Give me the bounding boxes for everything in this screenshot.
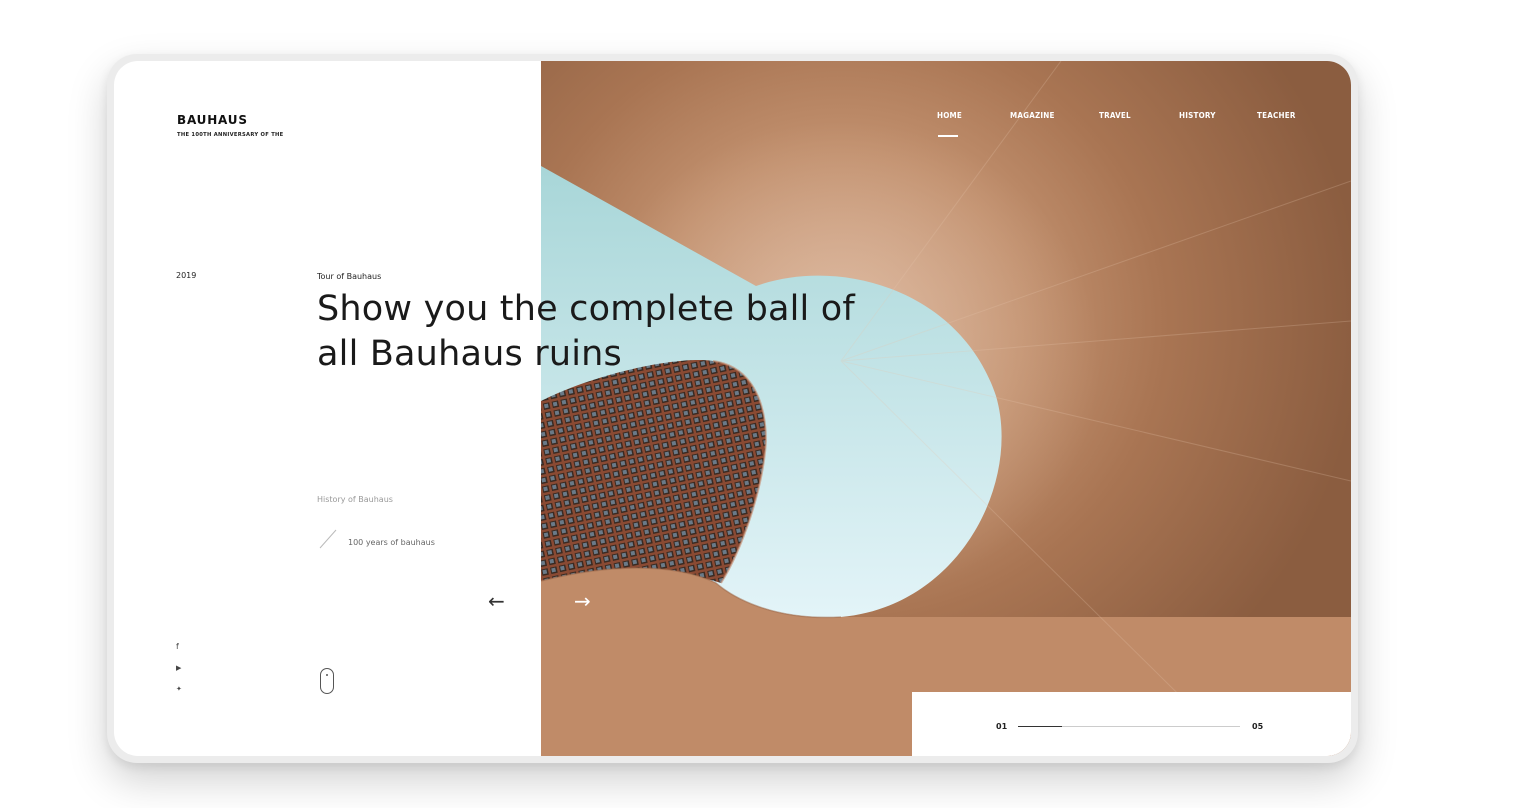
- hero-photo: HOME MAGAZINE TRAVEL HISTORY TEACHER: [541, 61, 1351, 756]
- nav-teacher[interactable]: TEACHER: [1257, 111, 1296, 120]
- nav-history[interactable]: HISTORY: [1179, 111, 1216, 120]
- screen: HOME MAGAZINE TRAVEL HISTORY TEACHER BAU…: [114, 61, 1351, 756]
- slash-divider-icon: [319, 529, 337, 549]
- year-label: 2019: [176, 271, 197, 280]
- nav-home[interactable]: HOME: [937, 111, 962, 120]
- slide-pager: 01 05: [912, 692, 1351, 756]
- hero-headline: Show you the complete ball of all Bauhau…: [317, 287, 877, 377]
- main-nav: HOME MAGAZINE TRAVEL HISTORY TEACHER: [541, 105, 1351, 145]
- nav-active-indicator: [938, 135, 958, 137]
- nav-magazine[interactable]: MAGAZINE: [1010, 111, 1055, 120]
- history-link[interactable]: History of Bauhaus: [317, 495, 393, 504]
- nav-travel[interactable]: TRAVEL: [1099, 111, 1131, 120]
- next-arrow-icon[interactable]: →: [574, 591, 591, 611]
- hero-eyebrow: Tour of Bauhaus: [317, 272, 382, 281]
- pager-progress: [1018, 725, 1063, 727]
- prev-arrow-icon[interactable]: ←: [488, 591, 505, 611]
- pager-total: 05: [1252, 722, 1264, 731]
- scroll-mouse-icon[interactable]: [320, 668, 334, 694]
- youtube-icon[interactable]: ▶: [176, 664, 181, 672]
- hero-headline-line1: Show you the complete ball of: [317, 289, 855, 329]
- scroll-mouse-dot: [326, 674, 328, 676]
- twitter-icon[interactable]: ✦: [176, 685, 182, 693]
- hero-headline-line2: all Bauhaus ruins: [317, 334, 622, 374]
- years-label: 100 years of bauhaus: [348, 538, 435, 547]
- pager-track[interactable]: [1018, 725, 1240, 727]
- brand-tagline: THE 100TH ANNIVERSARY OF THE: [177, 132, 284, 138]
- hero-photo-graphic: [541, 61, 1351, 756]
- device-frame: HOME MAGAZINE TRAVEL HISTORY TEACHER BAU…: [107, 54, 1358, 763]
- pager-current: 01: [996, 722, 1008, 731]
- facebook-icon[interactable]: f: [176, 642, 179, 651]
- brand-logo[interactable]: BAUHAUS: [177, 113, 248, 127]
